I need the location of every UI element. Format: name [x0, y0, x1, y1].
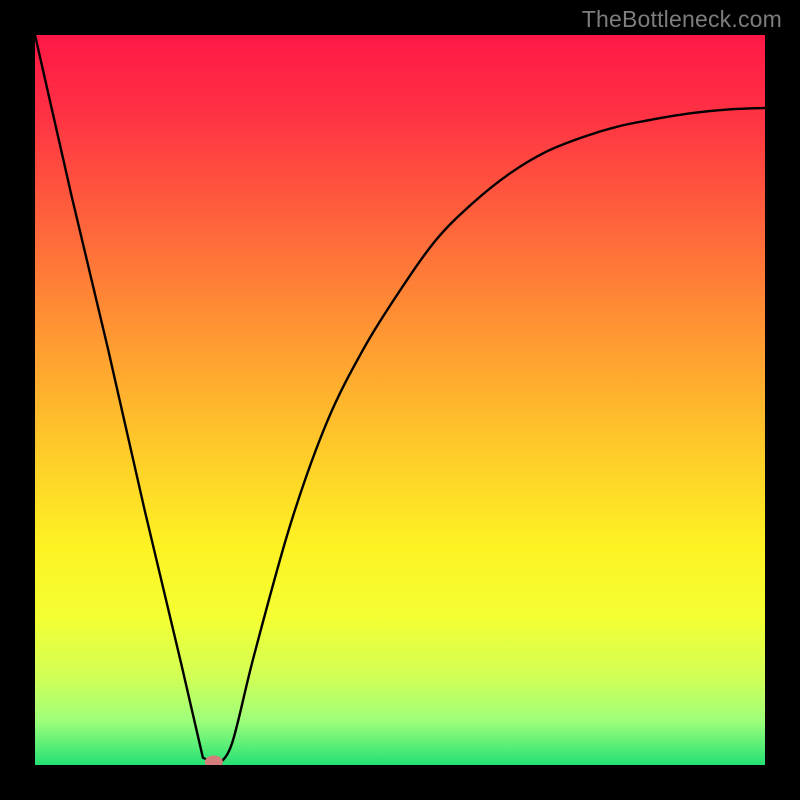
watermark-text: TheBottleneck.com	[582, 6, 782, 33]
gradient-background	[35, 35, 765, 765]
chart-svg	[35, 35, 765, 765]
plot-area	[35, 35, 765, 765]
chart-frame: TheBottleneck.com	[0, 0, 800, 800]
